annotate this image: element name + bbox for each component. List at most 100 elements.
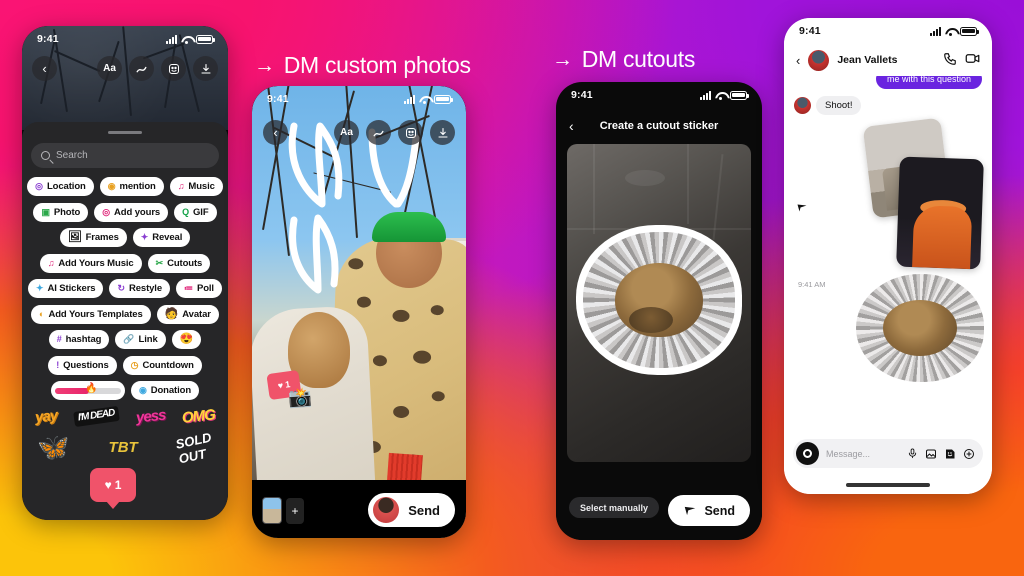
story-tools: Aa xyxy=(334,120,455,145)
microphone-icon[interactable] xyxy=(907,448,918,459)
sticker-chip-frames[interactable]: 🖼 Frames xyxy=(59,228,127,247)
plus-icon[interactable] xyxy=(963,448,975,460)
sticker-chip-hashtag[interactable]: # hashtag xyxy=(48,330,110,349)
tray-grabber[interactable] xyxy=(108,131,142,134)
sticker-chip-emoji[interactable]: 😍 xyxy=(171,330,202,349)
draw-icon[interactable] xyxy=(366,120,391,145)
sticker-chip-questions[interactable]: ! Questions xyxy=(48,355,117,375)
sticker-icon[interactable] xyxy=(944,448,956,460)
chip-label: Frames xyxy=(85,232,119,243)
draw-icon[interactable] xyxy=(129,56,154,81)
music-icon: ♫ xyxy=(47,257,55,268)
heading-text: DM cutouts xyxy=(581,46,696,72)
photo-thumbnail[interactable] xyxy=(262,497,282,524)
cellular-signal-icon xyxy=(404,94,415,104)
butterfly-sticker[interactable]: 🦋 xyxy=(37,432,69,463)
sticker-chip-avatar[interactable]: 🧑 Avatar xyxy=(156,304,219,324)
avatar[interactable] xyxy=(794,97,811,114)
cat-cutout-sticker[interactable] xyxy=(576,225,742,375)
chip-label: Restyle xyxy=(128,283,163,294)
sticker-chip-restyle[interactable]: ↻ Restyle xyxy=(109,279,171,298)
chip-label: GIF xyxy=(193,206,209,218)
send-button[interactable]: Send xyxy=(368,493,455,527)
sticker-chip-cutouts[interactable]: ✂ Cutouts xyxy=(147,253,211,273)
like-badge[interactable]: ♥ 1 xyxy=(90,468,136,502)
sticker-chip-ai-stickers[interactable]: ✦ AI Stickers xyxy=(28,279,104,298)
sticker-chip-link[interactable]: 🔗 Link xyxy=(115,330,166,349)
download-icon[interactable] xyxy=(430,120,455,145)
avatar[interactable] xyxy=(808,49,830,71)
cutout-sticker-phone: 9:41 ‹ Create a cutout sticker Select ma… xyxy=(556,82,762,540)
direct-message-phone: 9:41 ‹ Jean Vallets me with this questio… xyxy=(784,18,992,494)
text-aa-icon[interactable]: Aa xyxy=(334,120,359,145)
chip-label: Avatar xyxy=(182,308,211,320)
photo-picker[interactable]: + xyxy=(262,497,304,524)
chip-label: Photo xyxy=(53,206,81,218)
send-button[interactable]: Send xyxy=(668,495,750,526)
add-photo-button[interactable]: + xyxy=(286,497,304,524)
back-button[interactable]: ‹ xyxy=(263,120,288,145)
message-input-bar[interactable]: Message... xyxy=(793,439,983,468)
phone1-screen: 9:41 ‹ Aa Search ◎ Location ◉ mention ♫ … xyxy=(22,26,228,520)
wifi-icon xyxy=(181,35,192,44)
sticker-tray: Search ◎ Location ◉ mention ♫ Music ▣ Photo … xyxy=(22,122,228,520)
sticker-chip-list: ◎ Location ◉ mention ♫ Music ▣ Photo ◎ Add yo… xyxy=(27,177,223,400)
sticker-chip-music[interactable]: ♫ Music xyxy=(169,177,223,196)
add-yours-icon: ◎ xyxy=(102,206,111,217)
home-indicator xyxy=(846,483,930,487)
message-timestamp: 9:41 AM xyxy=(798,280,826,289)
sticker-chip-add-yours-music[interactable]: ♫ Add Yours Music xyxy=(39,253,142,273)
sticker-chip-add-yours-templates[interactable]: ◐ Add Yours Templates xyxy=(31,304,151,324)
search-placeholder: Search xyxy=(56,150,88,161)
sticker-chip-photo[interactable]: ▣ Photo xyxy=(33,202,89,222)
text-aa-icon[interactable]: Aa xyxy=(97,56,122,81)
wordart-sticker[interactable]: OMG xyxy=(181,406,215,426)
message-list[interactable]: me with this question Shoot! 9:41 AM xyxy=(784,76,992,448)
story-photo xyxy=(252,86,466,538)
sticker-chip-reveal[interactable]: ✦ Reveal xyxy=(132,228,191,247)
conversation-header: ‹ Jean Vallets xyxy=(784,44,992,76)
cutout-canvas[interactable] xyxy=(567,144,751,462)
chip-row: ! Questions ◷ Countdown xyxy=(31,355,219,375)
shared-photo-card[interactable] xyxy=(896,156,984,270)
send-label: Send xyxy=(704,503,735,518)
sticker-chip-mention[interactable]: ◉ mention xyxy=(99,177,164,196)
sticker-icon[interactable] xyxy=(161,56,186,81)
reveal-icon: ✦ xyxy=(140,232,149,242)
outgoing-message[interactable]: me with this question xyxy=(875,76,982,89)
sticker-chip-location[interactable]: ◎ Location xyxy=(27,177,94,196)
back-button[interactable]: ‹ xyxy=(32,56,57,81)
search-input[interactable]: Search xyxy=(31,143,219,168)
wordart-sticker-tbt[interactable]: TBT xyxy=(109,439,138,456)
sticker-chip-poll[interactable]: ≔ Poll xyxy=(176,279,222,298)
heading-text: DM custom photos xyxy=(283,52,471,78)
phone-call-icon[interactable] xyxy=(943,52,957,69)
back-button[interactable]: ‹ xyxy=(796,53,800,68)
sticker-chip-emoji-slider[interactable]: 🔥 xyxy=(50,381,125,400)
sticker-chip-add-yours[interactable]: ◎ Add yours xyxy=(94,202,169,222)
video-camera-icon[interactable] xyxy=(965,51,980,69)
share-icon[interactable] xyxy=(796,202,808,217)
sticker-chip-gif[interactable]: Q GIF xyxy=(174,202,217,222)
sticker-chip-donation[interactable]: ◉ Donation xyxy=(130,381,200,400)
wordart-sticker[interactable]: yess xyxy=(135,407,166,427)
gallery-icon[interactable] xyxy=(925,448,937,460)
sticker-tray-phone: 9:41 ‹ Aa Search ◎ Location ◉ mention ♫ … xyxy=(22,26,228,520)
music-icon: ♫ xyxy=(177,181,185,191)
message-input-placeholder[interactable]: Message... xyxy=(826,449,900,459)
phone1-status-bar: 9:41 xyxy=(22,26,228,52)
camera-sticker[interactable]: 📸 xyxy=(287,385,312,411)
select-manually-button[interactable]: Select manually xyxy=(569,497,660,518)
download-icon[interactable] xyxy=(193,56,218,81)
wordart-sticker[interactable]: yay xyxy=(34,407,58,426)
incoming-message[interactable]: Shoot! xyxy=(816,96,862,115)
wordart-sticker-extra[interactable]: SOLD OUT xyxy=(174,429,216,466)
camera-icon[interactable] xyxy=(796,442,819,465)
cat-bed xyxy=(583,232,735,368)
chip-label: Link xyxy=(138,334,158,345)
phone2-screen: 9:41 ‹ Aa ♥ 1 📸 + Send xyxy=(252,86,466,538)
sticker-icon[interactable] xyxy=(398,120,423,145)
arrow-icon: → xyxy=(552,47,573,71)
sent-cutout-sticker[interactable] xyxy=(856,274,984,382)
sticker-chip-countdown[interactable]: ◷ Countdown xyxy=(122,355,202,375)
